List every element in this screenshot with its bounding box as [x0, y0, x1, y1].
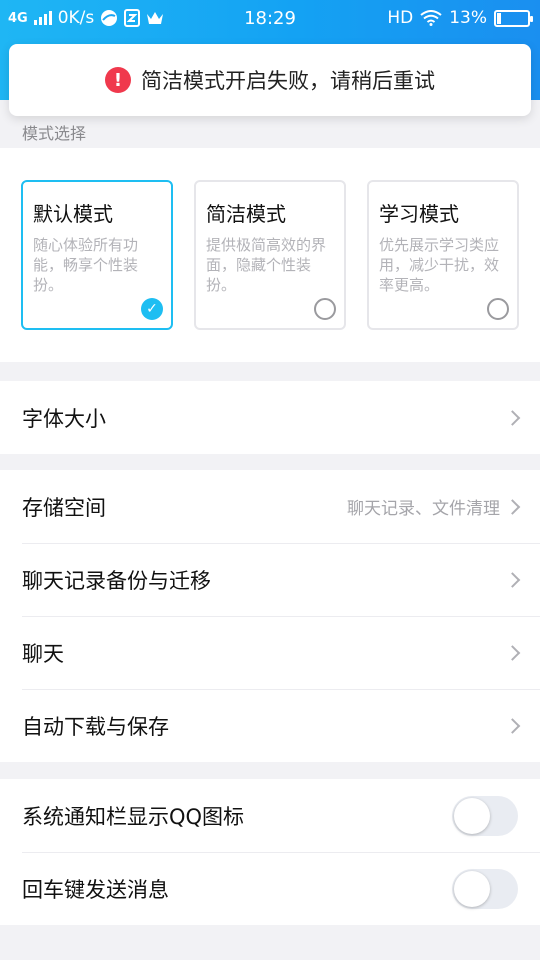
- mode-title: 简洁模式: [206, 202, 286, 226]
- chevron-right-icon: [504, 498, 521, 515]
- row-label: 存储空间: [22, 495, 106, 520]
- row-label: 聊天记录备份与迁移: [22, 568, 211, 593]
- toggle-knob: [454, 797, 490, 834]
- auto-download-row[interactable]: 自动下载与保存: [0, 689, 540, 762]
- settings-group-toggles: 系统通知栏显示QQ图标 回车键发送消息: [0, 779, 540, 925]
- chevron-right-icon: [504, 717, 521, 734]
- mode-selector: 默认模式 随心体验所有功能，畅享个性装扮。 ✓ 简洁模式 提供极简高效的界面，隐…: [0, 148, 540, 362]
- settings-group-storage: 存储空间 聊天记录、文件清理 聊天记录备份与迁移 聊天 自动下载与保存: [0, 470, 540, 762]
- chevron-right-icon: [504, 644, 521, 661]
- radio-unchecked-icon[interactable]: [487, 298, 509, 320]
- wifi-icon: [420, 10, 442, 26]
- mode-card-study[interactable]: 学习模式 优先展示学习类应用，减少干扰，效率更高。: [367, 180, 519, 330]
- row-label: 系统通知栏显示QQ图标: [22, 804, 245, 829]
- chat-row[interactable]: 聊天: [0, 616, 540, 689]
- font-size-row[interactable]: 字体大小: [0, 381, 540, 454]
- battery-percent: 13%: [449, 8, 487, 28]
- chevron-right-icon: [504, 571, 521, 588]
- mode-title: 默认模式: [33, 202, 113, 226]
- section-label-mode: 模式选择: [22, 124, 87, 143]
- mode-title: 学习模式: [379, 202, 459, 226]
- row-subtitle: 聊天记录、文件清理: [347, 499, 500, 519]
- row-label: 聊天: [22, 641, 64, 666]
- mode-description: 提供极简高效的界面，隐藏个性装扮。: [206, 236, 327, 294]
- mode-description: 优先展示学习类应用，减少干扰，效率更高。: [379, 236, 500, 294]
- mode-card-simple[interactable]: 简洁模式 提供极简高效的界面，隐藏个性装扮。: [194, 180, 346, 330]
- chevron-right-icon: [504, 409, 521, 426]
- status-bar: 4G 0K/s 18:29 HD 13%: [0, 0, 540, 38]
- enter-send-toggle[interactable]: [452, 868, 518, 909]
- checkmark-icon[interactable]: ✓: [141, 298, 163, 320]
- mode-description: 随心体验所有功能，畅享个性装扮。: [33, 236, 139, 294]
- row-label: 回车键发送消息: [22, 877, 169, 902]
- battery-level: [497, 12, 501, 24]
- settings-group-font: 字体大小: [0, 381, 540, 454]
- notify-icon-toggle[interactable]: [452, 795, 518, 836]
- enter-send-row[interactable]: 回车键发送消息: [0, 852, 540, 925]
- battery-icon: [494, 9, 533, 27]
- error-icon: !: [105, 67, 131, 93]
- status-right: HD 13%: [387, 8, 533, 28]
- notify-icon-row[interactable]: 系统通知栏显示QQ图标: [0, 779, 540, 852]
- mode-card-default[interactable]: 默认模式 随心体验所有功能，畅享个性装扮。 ✓: [21, 180, 173, 330]
- toast-message: 简洁模式开启失败，请稍后重试: [141, 69, 435, 93]
- toggle-knob: [454, 870, 490, 907]
- error-toast: ! 简洁模式开启失败，请稍后重试: [9, 44, 531, 116]
- hd-indicator: HD: [387, 8, 414, 28]
- radio-unchecked-icon[interactable]: [314, 298, 336, 320]
- row-label: 自动下载与保存: [22, 714, 169, 739]
- storage-row[interactable]: 存储空间 聊天记录、文件清理: [0, 470, 540, 543]
- row-label: 字体大小: [22, 406, 106, 431]
- backup-row[interactable]: 聊天记录备份与迁移: [0, 543, 540, 616]
